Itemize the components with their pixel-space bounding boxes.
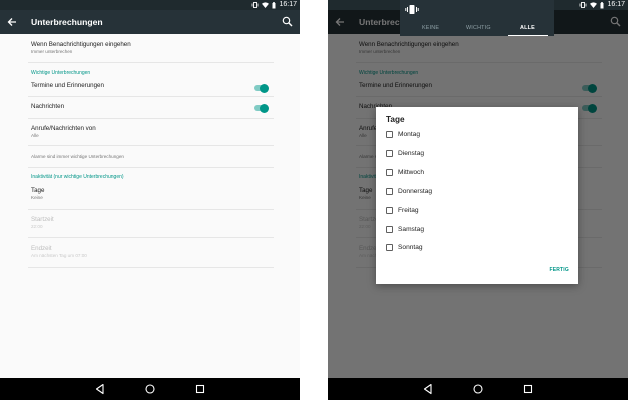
- divider: [28, 209, 274, 210]
- pref-calls-messages-from-title: Anrufe/Nachrichten von: [31, 125, 96, 132]
- pref-calls-messages-from[interactable]: Anrufe/Nachrichten von Alle: [31, 125, 96, 139]
- arrow-back-icon[interactable]: [6, 16, 18, 28]
- nav-recents-icon[interactable]: [522, 383, 534, 395]
- tab-alle[interactable]: ALLE: [520, 24, 535, 32]
- checkbox[interactable]: [386, 150, 393, 157]
- pref-start-time-summary: 22:00: [31, 224, 43, 229]
- pref-notifications-summary: Immer unterbrechen: [31, 49, 73, 54]
- navigation-bar: [328, 378, 628, 400]
- pref-days[interactable]: Tage Keine: [31, 187, 44, 201]
- done-button[interactable]: FERTIG: [549, 266, 569, 274]
- checkbox[interactable]: [386, 244, 393, 251]
- settings-screen: 16:17 Unterbrechungen Wenn Benachrichtig…: [0, 0, 300, 400]
- checkbox[interactable]: [386, 207, 393, 214]
- days-dialog: Tage Montag Dienstag Mittwoch Donnerstag…: [376, 107, 578, 284]
- switch-thumb: [260, 83, 269, 93]
- app-bar: Unterbrechungen: [0, 10, 300, 34]
- pref-start-time-title: Startzeit: [31, 216, 54, 223]
- pref-events-reminders-title: Termine und Erinnerungen: [31, 82, 104, 89]
- messages-switch[interactable]: [254, 103, 269, 113]
- divider: [28, 62, 274, 63]
- divider: [28, 118, 274, 119]
- wifi-icon: [590, 2, 598, 8]
- pref-days-summary: Keine: [31, 195, 43, 200]
- day-label: Sonntag: [398, 244, 423, 251]
- pref-messages[interactable]: Nachrichten: [31, 103, 64, 111]
- nav-back-icon[interactable]: [422, 383, 434, 395]
- wifi-icon: [262, 2, 270, 8]
- category-downtime: Inaktivität (nur wichtige Unterbrechunge…: [31, 174, 124, 180]
- pref-end-time: Endzeit Am nächsten Tag um 07:00: [31, 245, 87, 259]
- battery-icon: [600, 1, 604, 8]
- settings-screen-with-dialog: 16:17 Unterbrechungen Wenn Benachrichtig…: [328, 0, 628, 400]
- day-label: Dienstag: [398, 150, 425, 157]
- checkbox[interactable]: [386, 131, 393, 138]
- pref-notifications-title: Wenn Benachrichtigungen eingehen: [31, 41, 131, 48]
- divider: [28, 145, 274, 146]
- page-title: Unterbrechungen: [31, 17, 103, 27]
- divider: [28, 267, 274, 268]
- status-bar: 16:17: [0, 0, 300, 10]
- vibrate-status-icon: [580, 2, 587, 8]
- nav-home-icon[interactable]: [472, 383, 484, 395]
- search-icon[interactable]: [282, 16, 293, 27]
- pref-events-reminders[interactable]: Termine und Erinnerungen: [31, 82, 104, 90]
- divider: [28, 96, 274, 97]
- interruptions-shade: KEINE WICHTIG ALLE: [400, 0, 554, 36]
- nav-recents-icon[interactable]: [194, 383, 206, 395]
- switch-thumb: [260, 103, 269, 113]
- divider: [28, 237, 274, 238]
- pref-end-time-summary: Am nächsten Tag um 07:00: [31, 253, 87, 258]
- battery-icon: [272, 1, 276, 8]
- checkbox[interactable]: [386, 226, 393, 233]
- checkbox[interactable]: [386, 188, 393, 195]
- day-label: Montag: [398, 131, 420, 138]
- status-time: 16:17: [279, 1, 297, 8]
- day-label: Mittwoch: [398, 169, 425, 176]
- checkbox[interactable]: [386, 169, 393, 176]
- events-reminders-switch[interactable]: [254, 83, 269, 93]
- navigation-bar: [0, 378, 300, 400]
- tab-wichtig[interactable]: WICHTIG: [466, 24, 491, 32]
- pref-start-time: Startzeit 22:00: [31, 216, 54, 230]
- alarms-note: Alarme sind immer wichtige Unterbrechung…: [31, 154, 124, 159]
- vibrate-icon[interactable]: [405, 4, 419, 15]
- nav-back-icon[interactable]: [94, 383, 106, 395]
- day-label: Freitag: [398, 207, 419, 214]
- vibrate-status-icon: [252, 2, 259, 8]
- status-time: 16:17: [607, 1, 625, 8]
- pref-end-time-title: Endzeit: [31, 245, 52, 252]
- day-label: Samstag: [398, 226, 425, 233]
- tab-indicator: [508, 34, 548, 36]
- nav-home-icon[interactable]: [144, 383, 156, 395]
- pref-calls-messages-from-summary: Alle: [31, 133, 39, 138]
- settings-list: Wenn Benachrichtigungen eingehen Immer u…: [0, 34, 300, 378]
- category-priority: Wichtige Unterbrechungen: [31, 70, 91, 76]
- pref-notifications[interactable]: Wenn Benachrichtigungen eingehen Immer u…: [31, 41, 131, 55]
- day-label: Donnerstag: [398, 188, 433, 195]
- divider: [28, 167, 274, 168]
- tab-keine[interactable]: KEINE: [422, 24, 439, 32]
- pref-messages-title: Nachrichten: [31, 103, 65, 110]
- pref-days-title: Tage: [31, 187, 45, 194]
- dialog-title: Tage: [386, 115, 405, 124]
